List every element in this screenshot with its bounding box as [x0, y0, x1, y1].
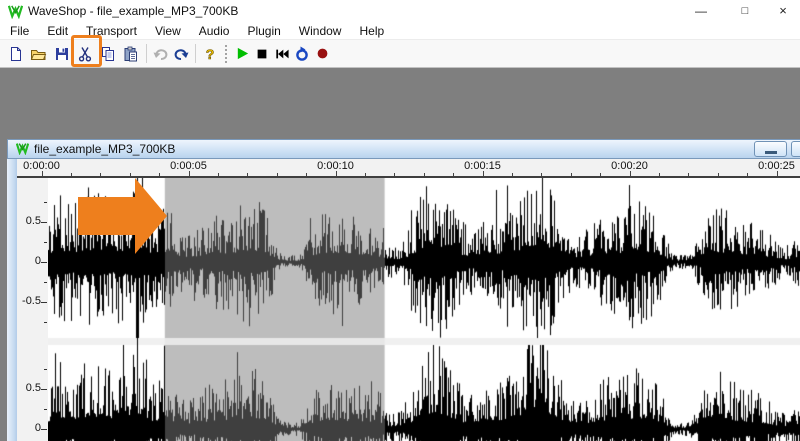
ruler-tick	[600, 173, 601, 176]
waveshop-logo-icon	[8, 4, 23, 19]
paste-icon	[123, 46, 139, 62]
ruler-tick	[365, 173, 366, 176]
paste-button[interactable]	[119, 42, 142, 66]
open-file-icon	[30, 46, 47, 62]
amplitude-tick	[41, 262, 47, 263]
maximize-button[interactable]: □	[728, 0, 762, 22]
new-file-icon	[8, 46, 24, 62]
selection-arrow	[75, 174, 175, 260]
menu-item-file[interactable]: File	[1, 23, 38, 40]
open-file-button[interactable]	[27, 42, 50, 66]
loop-icon	[294, 46, 310, 62]
redo-icon	[173, 46, 189, 62]
ruler-tick	[688, 173, 689, 176]
document-minimize-button[interactable]	[754, 141, 787, 157]
rewind-icon	[274, 47, 290, 61]
amplitude-tick	[44, 282, 47, 283]
ruler-label: 0:00:05	[170, 160, 207, 172]
amplitude-label: 0	[17, 255, 41, 267]
ruler-tick	[571, 173, 572, 176]
document-maximize-button[interactable]	[791, 141, 800, 157]
menu-item-view[interactable]: View	[146, 23, 190, 40]
amplitude-tick	[41, 389, 47, 390]
play-button[interactable]	[232, 42, 252, 66]
document-logo-icon	[16, 142, 29, 155]
ruler-tick	[512, 173, 513, 176]
menu-item-audio[interactable]: Audio	[190, 23, 239, 40]
ruler-tick	[277, 173, 278, 176]
menu-item-help[interactable]: Help	[350, 23, 393, 40]
record-button[interactable]	[312, 42, 332, 66]
record-icon	[315, 46, 330, 61]
ruler-tick	[541, 173, 542, 176]
amplitude-label: 0.5	[17, 215, 41, 227]
menu-item-window[interactable]: Window	[290, 23, 351, 40]
save-button[interactable]	[50, 42, 73, 66]
window-title: WaveShop - file_example_MP3_700KB	[28, 0, 238, 22]
amplitude-label: -0.5	[17, 295, 41, 307]
new-file-button[interactable]	[4, 42, 27, 66]
titlebar: WaveShop - file_example_MP3_700KB — □ ×	[0, 0, 800, 22]
amplitude-tick	[41, 222, 47, 223]
menu-item-plugin[interactable]: Plugin	[238, 23, 289, 40]
cut-tool-highlight	[71, 35, 102, 67]
amplitude-tick	[44, 202, 47, 203]
save-icon	[54, 46, 70, 62]
svg-text:?: ?	[206, 46, 215, 62]
rewind-button[interactable]	[272, 42, 292, 66]
minimize-glyph	[765, 151, 777, 154]
ruler-label: 0:00:20	[611, 160, 648, 172]
toolbar-separator	[146, 44, 147, 63]
help-icon: ?	[202, 46, 218, 62]
amplitude-scale: 0.50-0.50.50-0.5	[17, 178, 48, 441]
arrow-shape	[78, 178, 167, 254]
ruler-tick	[747, 173, 748, 176]
stop-icon	[255, 47, 269, 61]
document-title: file_example_MP3_700KB	[34, 139, 175, 159]
ruler-tick	[218, 173, 219, 176]
stop-button[interactable]	[252, 42, 272, 66]
undo-button[interactable]	[151, 42, 171, 66]
toolbar: ?	[0, 39, 800, 68]
ruler-tick	[424, 173, 425, 176]
ruler-label: 0:00:10	[317, 160, 354, 172]
waveshop-app: WaveShop - file_example_MP3_700KB — □ × …	[0, 0, 800, 441]
menubar: FileEditTransportViewAudioPluginWindowHe…	[0, 22, 800, 39]
play-icon	[235, 46, 250, 61]
loop-button[interactable]	[292, 42, 312, 66]
ruler-tick	[453, 173, 454, 176]
minimize-button[interactable]: —	[684, 0, 718, 22]
amplitude-label: 0.5	[17, 382, 41, 394]
ruler-label: 0:00:25	[758, 160, 795, 172]
amplitude-tick	[41, 302, 47, 303]
amplitude-tick	[41, 429, 47, 430]
ruler-tick	[718, 173, 719, 176]
ruler-label: 0:00:00	[23, 160, 60, 172]
amplitude-tick	[44, 409, 47, 410]
ruler-tick	[306, 173, 307, 176]
close-button[interactable]: ×	[766, 0, 800, 22]
amplitude-label: 0	[17, 422, 41, 434]
amplitude-tick	[44, 242, 47, 243]
help-button[interactable]: ?	[200, 42, 220, 66]
redo-button[interactable]	[171, 42, 191, 66]
amplitude-tick	[44, 369, 47, 370]
ruler-label: 0:00:15	[464, 160, 501, 172]
toolbar-separator	[195, 44, 196, 63]
amplitude-tick	[44, 322, 47, 323]
ruler-tick	[247, 173, 248, 176]
document-left-frame	[7, 159, 17, 441]
undo-icon	[153, 46, 169, 62]
ruler-tick	[71, 173, 72, 176]
ruler-tick	[394, 173, 395, 176]
ruler-tick	[659, 173, 660, 176]
toolbar-gripper	[225, 45, 227, 63]
